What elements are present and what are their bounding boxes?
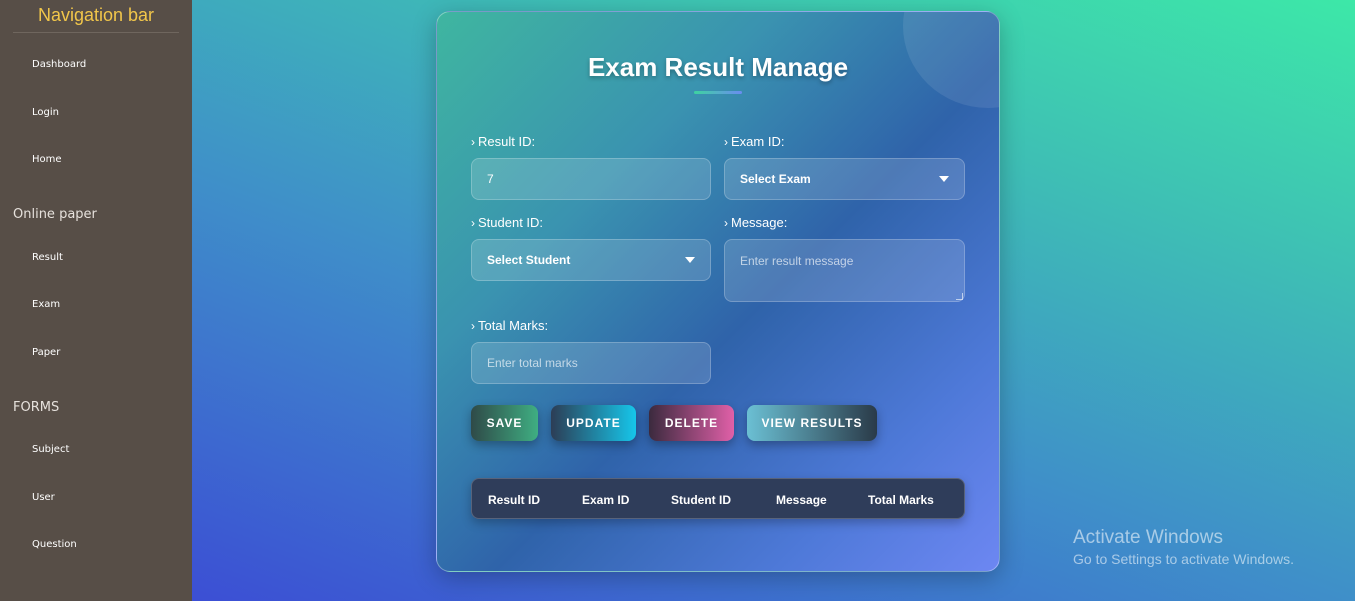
chevron-right-icon: › [724, 216, 728, 230]
result-id-label: › Result ID: [471, 134, 536, 149]
page-title: Exam Result Manage [587, 52, 849, 82]
student-select[interactable]: Select Student [471, 239, 711, 281]
column-header-total-marks: Total Marks [868, 493, 934, 507]
nav-link-subject[interactable]: Subject [32, 444, 69, 455]
exam-select-value: Select Exam [740, 172, 811, 186]
caret-down-icon [939, 176, 949, 182]
column-header-exam-id: Exam ID [582, 493, 630, 507]
save-button[interactable]: SAVE [471, 405, 538, 441]
chevron-right-icon: › [471, 319, 475, 333]
watermark-subtitle: Go to Settings to activate Windows. [1073, 551, 1294, 567]
student-id-label: › Student ID: [471, 215, 544, 230]
watermark-title: Activate Windows [1073, 527, 1223, 548]
nav-link-login[interactable]: Login [32, 107, 59, 118]
results-table-header: Result ID Exam ID Student ID Message Tot… [471, 478, 965, 519]
sidebar: Navigation bar Dashboard Login Home Onli… [0, 0, 192, 601]
caret-down-icon [685, 257, 695, 263]
exam-result-card: Exam Result Manage › Result ID: 7 › Exam I… [436, 11, 1000, 572]
column-header-message: Message [776, 493, 827, 507]
total-marks-label: › Total Marks: [471, 318, 549, 333]
nav-link-result[interactable]: Result [32, 252, 63, 263]
column-header-result-id: Result ID [488, 493, 541, 507]
exam-id-label: › Exam ID: [724, 134, 785, 149]
nav-title: Navigation bar [13, 5, 179, 33]
nav-link-user[interactable]: User [32, 492, 55, 503]
nav-link-home[interactable]: Home [32, 154, 62, 165]
title-underline [694, 91, 742, 94]
total-marks-input[interactable]: Enter total marks [471, 342, 711, 384]
view-results-button[interactable]: VIEW RESULTS [747, 405, 877, 441]
delete-button[interactable]: DELETE [649, 405, 734, 441]
exam-select[interactable]: Select Exam [724, 158, 965, 200]
message-label: › Message: [724, 215, 788, 230]
chevron-right-icon: › [724, 135, 728, 149]
column-header-student-id: Student ID [671, 493, 731, 507]
section-online-paper: Online paper [13, 207, 97, 222]
chevron-right-icon: › [471, 216, 475, 230]
nav-link-question[interactable]: Question [32, 539, 77, 550]
update-button[interactable]: UPDATE [551, 405, 636, 441]
nav-link-exam[interactable]: Exam [32, 299, 60, 310]
resize-grip-icon[interactable] [956, 293, 963, 300]
chevron-right-icon: › [471, 135, 475, 149]
nav-link-paper[interactable]: Paper [32, 347, 60, 358]
nav-link-dashboard[interactable]: Dashboard [32, 59, 86, 70]
result-id-input[interactable]: 7 [471, 158, 711, 200]
activate-windows-watermark: Activate Windows Go to Settings to activ… [1073, 527, 1294, 567]
textarea-resize-area [724, 239, 965, 302]
section-forms: FORMS [13, 400, 60, 415]
student-select-value: Select Student [487, 253, 571, 267]
